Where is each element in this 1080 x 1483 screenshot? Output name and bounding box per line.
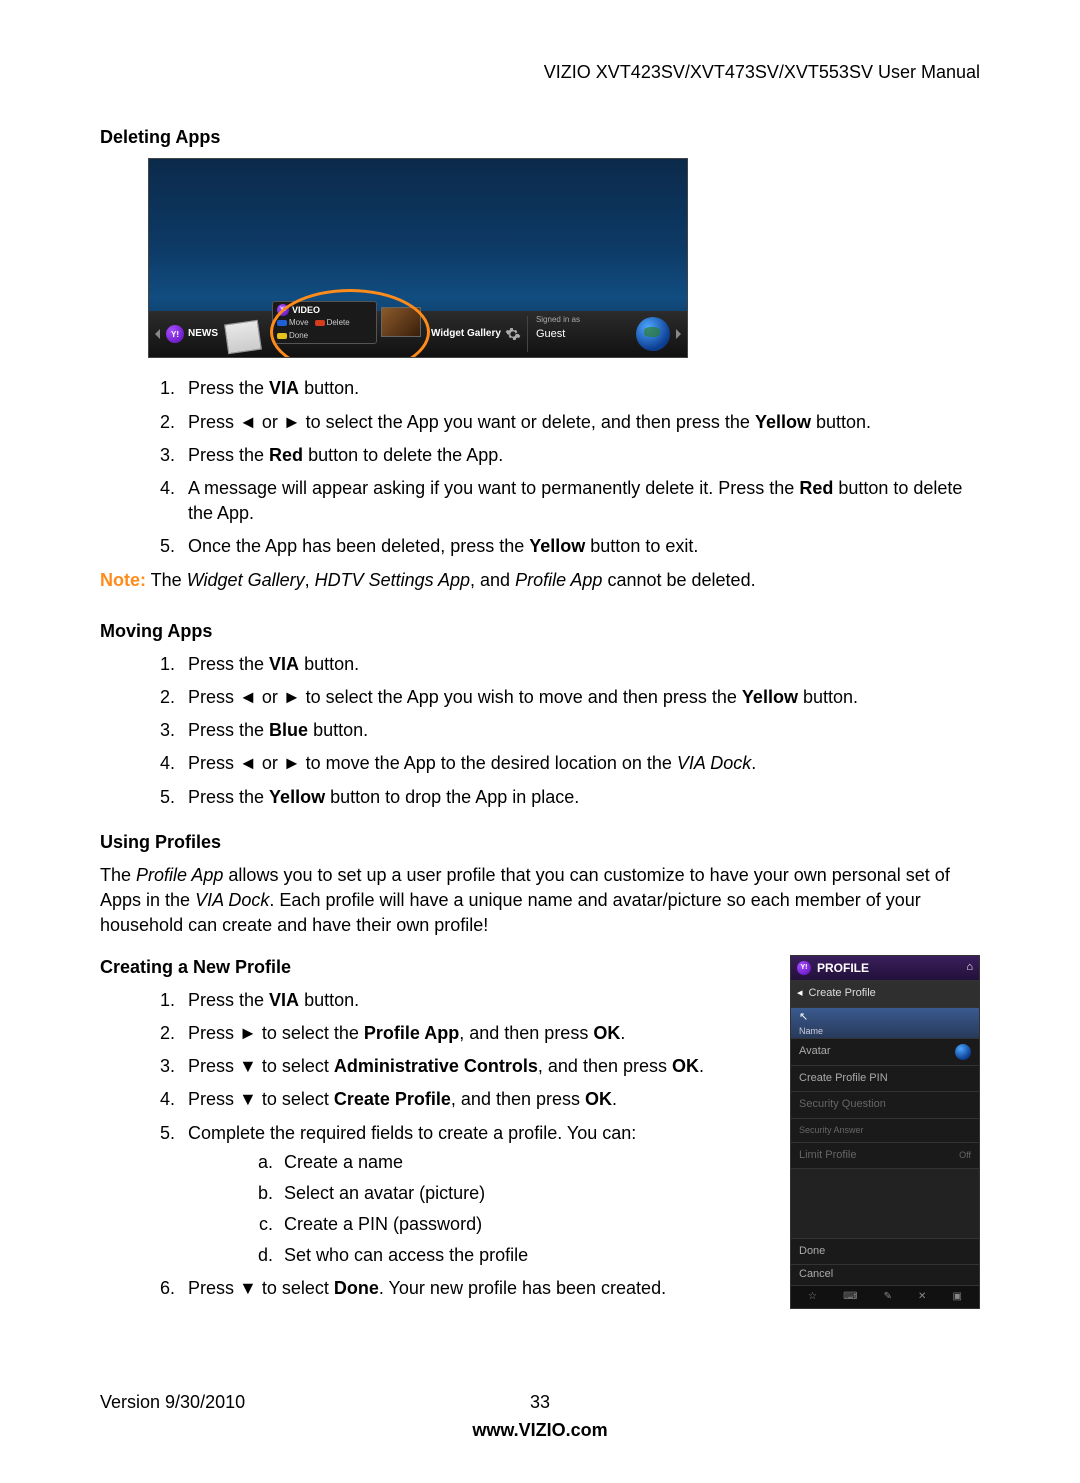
profile-row-name: ↖ Name [791,1007,979,1038]
sub-steps: Create a name Select an avatar (picture) C… [188,1150,770,1269]
guest-label: Guest [536,329,565,340]
dock-item-video: Y! VIDEO Move Delete Done [272,301,377,344]
profiles-intro: The Profile App allows you to set up a u… [100,863,980,939]
substep-item: Select an avatar (picture) [278,1181,770,1206]
yahoo-icon-small: Y! [277,304,289,316]
gallery-label: Widget Gallery [431,327,501,341]
earth-icon [636,317,670,351]
avatar-earth-icon [955,1044,971,1060]
heading-moving-apps: Moving Apps [100,619,980,644]
step-item: Press the Yellow button to drop the App … [180,785,980,810]
dock-item-news: Y! NEWS [160,316,224,352]
substep-item: Set who can access the profile [278,1243,770,1268]
step-item: Press ◄ or ► to select the App you want … [180,410,980,435]
step-item: Once the App has been deleted, press the… [180,534,980,559]
step-item: Press ▼ to select Administrative Control… [180,1054,770,1079]
profile-spacer [791,1168,979,1238]
video-label: VIDEO [292,304,320,317]
step-item: Press ► to select the Profile App, and t… [180,1021,770,1046]
footer-version: Version 9/30/2010 [100,1392,245,1412]
note-label: Note: [100,570,146,590]
step-item: Press ▼ to select Create Profile, and th… [180,1087,770,1112]
keyboard-icon: ⌨ [843,1290,857,1304]
step-item: A message will appear asking if you want… [180,476,980,526]
substep-item: Create a PIN (password) [278,1212,770,1237]
signed-label: Signed in as [536,316,580,325]
profile-header: Y! PROFILE ⌂ [791,956,979,981]
profile-row-pin: Create Profile PIN [791,1065,979,1091]
done-label: Done [289,331,308,340]
newspaper-thumb [224,320,262,354]
page-number: 33 [530,1390,550,1415]
star-icon: ☆ [808,1290,817,1304]
profile-row-limit: Limit Profile Off [791,1142,979,1168]
profile-title: PROFILE [817,960,869,977]
via-dock-bar: Y! NEWS Y! VIDEO Move Delete Done Widget… [149,311,687,357]
page-footer: Version 9/30/2010 33 [100,1390,980,1414]
heading-using-profiles: Using Profiles [100,830,980,855]
deleting-apps-note: Note: The Widget Gallery, HDTV Settings … [100,568,980,593]
delete-label: Delete [327,318,350,327]
heading-creating-profile: Creating a New Profile [100,955,770,980]
screenshot-profile-app: Y! PROFILE ⌂ ◂ Create Profile ↖ Name Ava… [790,955,980,1309]
step-item: Complete the required fields to create a… [180,1121,770,1269]
dock-scroll-right-icon [676,329,681,339]
gear-icon [505,326,521,342]
step-item: Press the VIA button. [180,376,980,401]
profile-footer-icons: ☆ ⌨ ✎ ✕ ▣ [791,1285,979,1308]
dock-item-gallery: Widget Gallery [425,316,527,352]
creating-profile-steps: Press the VIA button. Press ► to select t… [100,988,770,1302]
profile-row-cancel: Cancel [791,1264,979,1284]
step-item: Press ◄ or ► to move the App to the desi… [180,751,980,776]
yahoo-icon: Y! [166,325,184,343]
trash-icon: ▣ [952,1290,961,1304]
profile-row-avatar: Avatar [791,1038,979,1065]
home-icon: ⌂ [966,960,973,975]
step-item: Press the Red button to delete the App. [180,443,980,468]
page-header: VIZIO XVT423SV/XVT473SV/XVT553SV User Ma… [100,60,980,85]
heading-deleting-apps: Deleting Apps [100,125,980,150]
yahoo-icon: Y! [797,961,811,975]
close-icon: ✕ [918,1290,926,1304]
footer-site: www.VIZIO.com [100,1418,980,1443]
profile-row-create: ◂ Create Profile [791,980,979,1006]
step-item: Press the VIA button. [180,988,770,1013]
dock-signed-in: Signed in as Guest [527,316,586,352]
moving-apps-steps: Press the VIA button. Press ◄ or ► to sel… [100,652,980,810]
video-thumb [381,307,421,337]
step-item: Press ▼ to select Done. Your new profile… [180,1276,770,1301]
substep-item: Create a name [278,1150,770,1175]
screenshot-via-dock: Y! NEWS Y! VIDEO Move Delete Done Widget… [148,158,688,358]
profile-row-done: Done [791,1238,979,1264]
profile-row-answer: Security Answer [791,1118,979,1142]
profile-row-question: Security Question [791,1091,979,1117]
step-item: Press ◄ or ► to select the App you wish … [180,685,980,710]
news-label: NEWS [188,327,218,341]
move-label: Move [289,318,309,327]
deleting-apps-steps: Press the VIA button. Press ◄ or ► to sel… [100,376,980,559]
step-item: Press the Blue button. [180,718,980,743]
speech-icon: ✎ [884,1290,892,1304]
step-item: Press the VIA button. [180,652,980,677]
